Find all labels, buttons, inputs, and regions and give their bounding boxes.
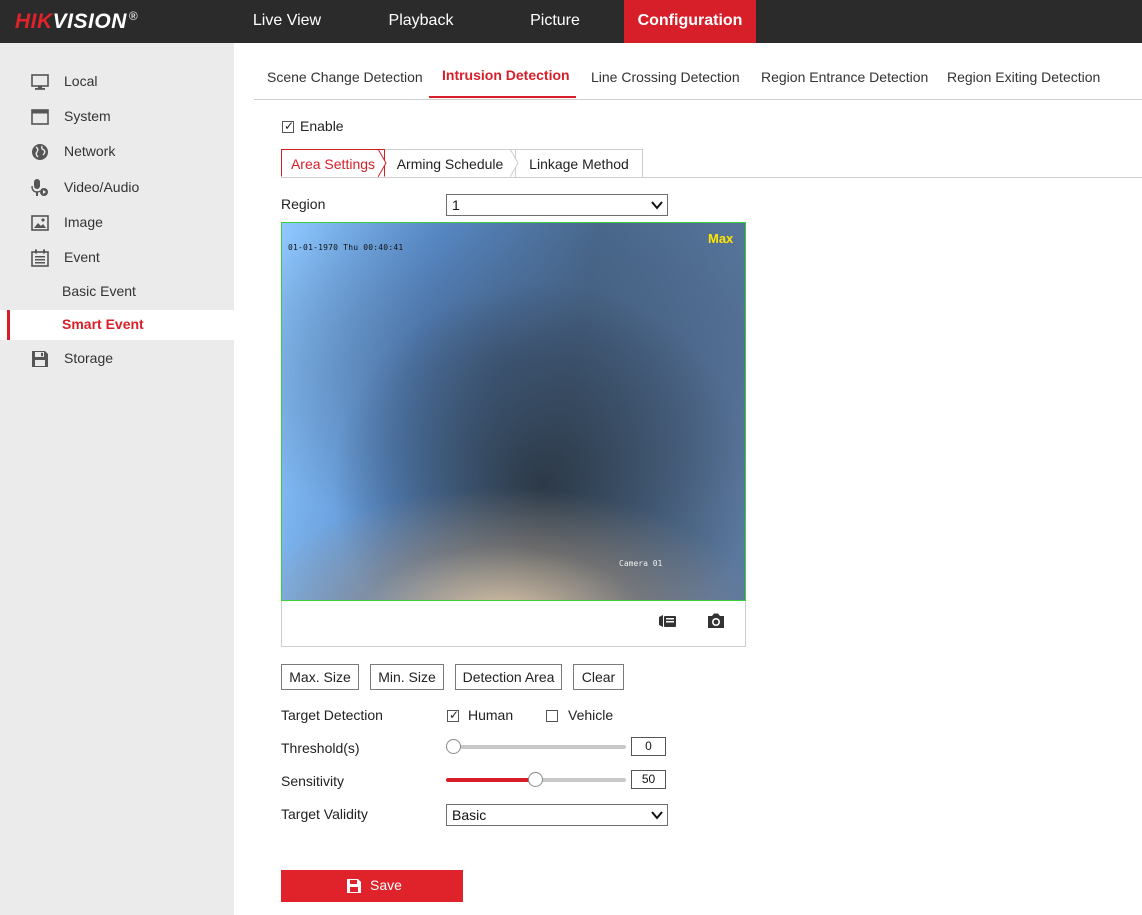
chevron-down-icon <box>651 201 663 210</box>
sidebar-item-event[interactable]: Event <box>0 241 234 275</box>
sidebar-item-label: Basic Event <box>62 283 136 299</box>
nav-playback[interactable]: Playback <box>360 0 482 43</box>
human-label: Human <box>468 707 514 723</box>
sidebar-item-label: Image <box>64 214 103 230</box>
subtab-area-settings[interactable]: Area Settings <box>281 149 385 177</box>
osd-timestamp: 01-01-1970 Thu 00:40:41 <box>288 243 404 252</box>
active-tab-underline <box>429 96 576 98</box>
sidebar-item-label: Storage <box>64 350 114 366</box>
save-button[interactable]: Save <box>281 870 463 902</box>
sidebar-item-label: Smart Event <box>62 316 144 332</box>
floppy-disk-icon <box>32 351 48 367</box>
target-validity-value: Basic <box>452 807 487 823</box>
tab-region-entrance-detection[interactable]: Region Entrance Detection <box>761 69 928 85</box>
sidebar-item-storage[interactable]: Storage <box>0 342 234 376</box>
floppy-disk-icon <box>347 879 361 893</box>
region-label: Region <box>281 196 326 212</box>
nav-picture[interactable]: Picture <box>500 0 610 43</box>
top-navigation-bar: HIKVISION ® Live View Playback Picture Co… <box>0 0 1142 43</box>
image-icon <box>31 215 49 231</box>
sidebar-item-basic-event[interactable]: Basic Event <box>0 277 234 307</box>
detection-area-button[interactable]: Detection Area <box>455 664 562 690</box>
tab-region-exiting-detection[interactable]: Region Exiting Detection <box>947 69 1100 85</box>
detection-tabs: Scene Change Detection Intrusion Detecti… <box>254 57 1142 100</box>
sidebar-item-image[interactable]: Image <box>0 206 234 240</box>
monitor-icon <box>31 74 49 90</box>
region-select[interactable]: 1 <box>446 194 668 216</box>
sidebar-item-label: Video/Audio <box>64 179 140 195</box>
sidebar-item-label: Network <box>64 143 116 159</box>
vehicle-checkbox[interactable] <box>546 710 558 722</box>
globe-icon <box>32 144 48 160</box>
threshold-slider-track[interactable] <box>446 745 626 749</box>
target-detection-label: Target Detection <box>281 707 383 723</box>
subtab-linkage-method[interactable]: Linkage Method <box>516 149 643 177</box>
sensitivity-slider-handle[interactable] <box>528 772 543 787</box>
max-size-button[interactable]: Max. Size <box>281 664 359 690</box>
osd-max-label: Max <box>708 231 734 246</box>
hikvision-logo: HIKVISION ® <box>15 9 139 33</box>
chevron-down-icon <box>651 811 663 820</box>
sidebar-item-system[interactable]: System <box>0 100 234 134</box>
sidebar-item-smart-event[interactable]: Smart Event <box>0 310 234 340</box>
sensitivity-label: Sensitivity <box>281 773 345 789</box>
sidebar-item-label: Local <box>64 73 98 89</box>
sidebar-item-video-audio[interactable]: Video/Audio <box>0 171 234 205</box>
sensitivity-value-input[interactable]: 50 <box>631 770 666 789</box>
sidebar-item-label: System <box>64 108 111 124</box>
osd-camera-name: Camera 01 <box>619 559 663 568</box>
checkmark-icon: ✓ <box>284 119 295 133</box>
active-indicator <box>7 310 10 340</box>
tab-line-crossing-detection[interactable]: Line Crossing Detection <box>591 69 740 85</box>
human-checkbox[interactable]: ✓ <box>447 708 460 722</box>
region-select-value: 1 <box>452 197 460 213</box>
sidebar-item-label: Event <box>64 249 100 265</box>
save-button-label: Save <box>370 877 402 893</box>
chevron-right-icon <box>378 149 387 177</box>
tab-scene-change-detection[interactable]: Scene Change Detection <box>267 69 423 85</box>
target-validity-label: Target Validity <box>281 806 368 822</box>
checkmark-icon: ✓ <box>449 708 460 722</box>
target-validity-select[interactable]: Basic <box>446 804 668 826</box>
microphone-icon <box>31 179 48 196</box>
capture-snapshot-icon[interactable] <box>706 612 726 630</box>
tab-intrusion-detection[interactable]: Intrusion Detection <box>442 67 570 83</box>
threshold-value-input[interactable]: 0 <box>631 737 666 756</box>
record-video-icon[interactable] <box>657 612 677 630</box>
calendar-icon <box>31 249 49 267</box>
nav-configuration[interactable]: Configuration <box>624 0 756 43</box>
enable-checkbox[interactable]: ✓ <box>282 119 295 133</box>
sidebar: Local System Network Video/Audio Image E… <box>0 43 234 915</box>
threshold-slider-handle[interactable] <box>446 739 461 754</box>
clear-button[interactable]: Clear <box>573 664 624 690</box>
min-size-button[interactable]: Min. Size <box>370 664 444 690</box>
sidebar-item-network[interactable]: Network <box>0 135 234 169</box>
nav-live-view[interactable]: Live View <box>234 0 340 43</box>
subtab-arming-schedule[interactable]: Arming Schedule <box>385 149 516 177</box>
live-video-feed[interactable] <box>281 222 746 601</box>
vehicle-label: Vehicle <box>568 707 614 723</box>
sidebar-item-local[interactable]: Local <box>0 65 234 99</box>
threshold-label: Threshold(s) <box>281 740 360 756</box>
window-icon <box>31 109 49 125</box>
enable-label: Enable <box>300 118 344 134</box>
chevron-right-icon <box>510 149 519 177</box>
sensitivity-slider-fill <box>446 778 535 782</box>
